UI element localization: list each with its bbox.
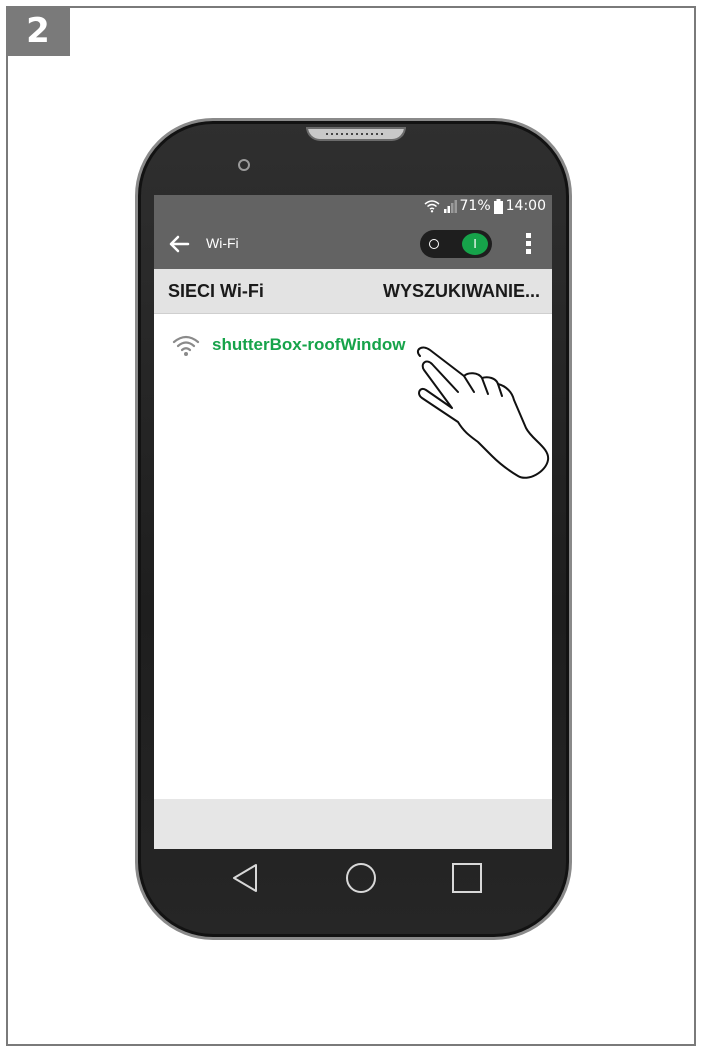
square-recent-icon[interactable] <box>450 861 484 895</box>
network-name: shutterBox-roofWindow <box>212 335 406 354</box>
scan-status: WYSZUKIWANIE... <box>383 281 540 301</box>
signal-icon <box>443 200 457 213</box>
bottom-strip <box>154 799 552 849</box>
status-icons: 71% 14:00 <box>424 198 546 214</box>
wifi-toggle[interactable]: I <box>420 230 492 258</box>
nav-bar <box>154 849 552 907</box>
battery-icon <box>493 198 503 214</box>
pointing-hand-icon <box>416 346 550 479</box>
wifi-status-icon <box>424 200 440 213</box>
front-camera <box>238 159 250 171</box>
arrow-left-icon[interactable] <box>168 233 190 255</box>
toggle-off-icon <box>429 239 439 249</box>
page-title: Wi-Fi <box>206 235 239 251</box>
section-header: SIECI Wi-Fi WYSZUKIWANIE... <box>154 269 552 314</box>
step-badge: 2 <box>6 6 70 56</box>
circle-home-icon[interactable] <box>344 861 378 895</box>
clock: 14:00 <box>505 198 546 214</box>
triangle-back-icon[interactable] <box>228 861 262 895</box>
status-bar: 71% 14:00 <box>154 195 552 219</box>
wifi-icon <box>172 335 200 356</box>
toggle-knob: I <box>462 233 488 255</box>
speaker-grille <box>306 127 406 141</box>
app-bar: Wi-Fi I <box>154 219 552 269</box>
phone-screen: 71% 14:00 Wi-Fi I SIECI Wi-Fi WYSZUKIWAN… <box>154 195 552 849</box>
section-title: SIECI Wi-Fi <box>168 281 264 301</box>
more-vert-icon[interactable] <box>526 233 532 255</box>
battery-percent: 71% <box>459 198 491 214</box>
